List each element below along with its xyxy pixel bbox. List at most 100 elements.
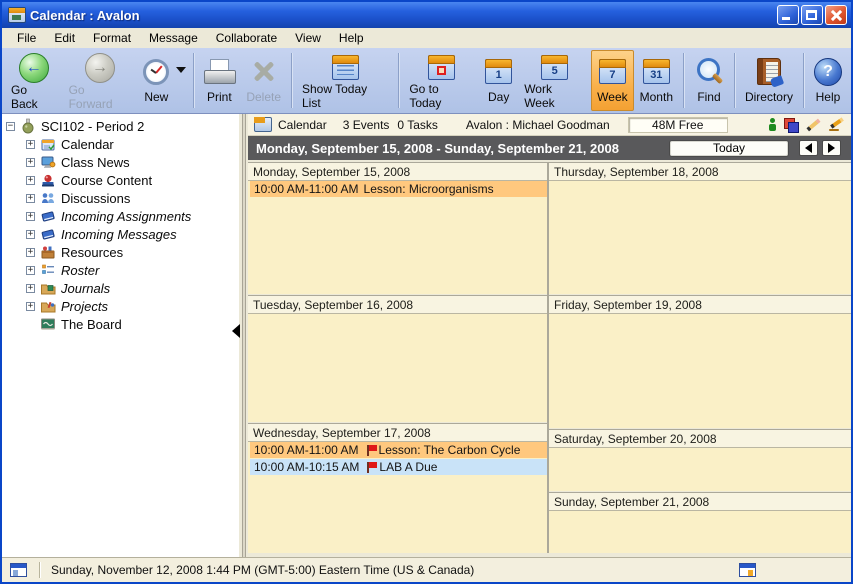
day-cell-wednesday[interactable]: 10:00 AM-11:00 AM Lesson: The Carbon Cyc… <box>248 442 547 553</box>
edit-pencil-icon[interactable] <box>806 118 821 131</box>
events-count: 3 Events <box>343 118 390 132</box>
sidebar-item-roster[interactable]: + Roster <box>2 261 239 279</box>
sidebar-item-calendar[interactable]: + Calendar <box>2 135 239 153</box>
go-to-today-button[interactable]: Go to Today <box>403 50 479 111</box>
event-lesson-carbon-cycle[interactable]: 10:00 AM-11:00 AM Lesson: The Carbon Cyc… <box>250 442 547 458</box>
sidebar-item-class-news[interactable]: + Class News <box>2 153 239 171</box>
collapse-sidebar-icon[interactable] <box>232 324 240 338</box>
day-cell-tuesday[interactable] <box>248 314 547 422</box>
menu-help[interactable]: Help <box>330 29 373 47</box>
collapse-toggle-icon[interactable]: − <box>6 122 15 131</box>
view-panes-icon[interactable] <box>784 118 798 131</box>
day-saturday: Saturday, September 20, 2008 <box>549 429 851 491</box>
go-to-today-label: Go to Today <box>409 82 473 110</box>
previous-week-button[interactable] <box>799 140 818 156</box>
expand-toggle-icon[interactable]: + <box>26 194 35 203</box>
close-button[interactable] <box>825 5 847 25</box>
delete-button[interactable]: Delete <box>240 50 287 111</box>
discussions-icon <box>40 190 56 206</box>
window-title: Calendar : Avalon <box>30 8 140 23</box>
expand-toggle-icon[interactable]: + <box>26 212 35 221</box>
sidebar-item-journals[interactable]: + Journals <box>2 279 239 297</box>
title-bar[interactable]: Calendar : Avalon <box>2 2 851 28</box>
go-back-button[interactable]: ← Go Back <box>5 50 63 111</box>
board-icon <box>40 316 56 332</box>
maximize-button[interactable] <box>801 5 823 25</box>
menu-edit[interactable]: Edit <box>45 29 84 47</box>
help-icon: ? <box>814 58 842 86</box>
sidebar-item-course-content[interactable]: + Course Content <box>2 171 239 189</box>
week-view-button[interactable]: 7 Week <box>591 50 633 111</box>
day-cell-friday[interactable] <box>549 314 851 428</box>
expand-toggle-icon[interactable]: + <box>26 230 35 239</box>
flag-icon <box>367 462 369 473</box>
event-title: Lesson: The Carbon Cycle <box>379 443 521 457</box>
print-button[interactable]: Print <box>198 50 240 111</box>
new-dropdown-icon[interactable] <box>176 67 186 73</box>
sidebar-item-root[interactable]: − SCI102 - Period 2 <box>2 117 239 135</box>
calendar-info-bar: Calendar 3 Events 0 Tasks Avalon : Micha… <box>248 114 851 136</box>
event-time: 10:00 AM-11:00 AM <box>254 443 359 457</box>
directory-button[interactable]: Directory <box>739 50 799 111</box>
today-highlight-icon <box>437 66 446 75</box>
find-icon <box>694 57 724 87</box>
show-today-list-button[interactable]: Show Today List <box>296 50 394 111</box>
toolbar-separator <box>291 53 292 108</box>
signature-pencil-icon[interactable] <box>829 118 845 131</box>
online-person-icon[interactable] <box>768 118 776 131</box>
go-to-today-icon <box>428 55 455 80</box>
menu-collaborate[interactable]: Collaborate <box>207 29 286 47</box>
sidebar-item-resources[interactable]: + Resources <box>2 243 239 261</box>
day-cell-thursday[interactable] <box>549 181 851 294</box>
course-content-icon <box>40 172 56 188</box>
free-space-label: 48M Free <box>652 118 703 132</box>
sidebar-item-incoming-assignments[interactable]: + Incoming Assignments <box>2 207 239 225</box>
minimize-button[interactable] <box>777 5 799 25</box>
expand-toggle-icon[interactable]: + <box>26 140 35 149</box>
month-view-button[interactable]: 31 Month <box>634 50 679 111</box>
splitter-handle-icon[interactable] <box>242 114 246 557</box>
day-view-button[interactable]: 1 Day <box>479 50 518 111</box>
go-forward-button[interactable]: → Go Forward <box>63 50 138 111</box>
today-button[interactable]: Today <box>669 140 789 157</box>
event-lab-a-due[interactable]: 10:00 AM-10:15 AM LAB A Due <box>250 459 547 475</box>
sidebar-item-incoming-messages[interactable]: + Incoming Messages <box>2 225 239 243</box>
arrow-left-icon <box>805 143 812 153</box>
print-label: Print <box>207 90 232 104</box>
window-status-icon[interactable] <box>10 563 27 577</box>
menu-message[interactable]: Message <box>140 29 207 47</box>
day-tuesday: Tuesday, September 16, 2008 <box>248 295 547 422</box>
expand-toggle-icon[interactable]: + <box>26 158 35 167</box>
day-cell-sunday[interactable] <box>549 511 851 553</box>
find-button[interactable]: Find <box>688 50 730 111</box>
day-cell-monday[interactable]: 10:00 AM-11:00 AM Lesson: Microorganisms <box>248 181 547 294</box>
calendar-icon <box>40 136 56 152</box>
day-cell-saturday[interactable] <box>549 448 851 491</box>
menu-format[interactable]: Format <box>84 29 140 47</box>
expand-toggle-icon[interactable]: + <box>26 302 35 311</box>
go-forward-icon: → <box>85 53 115 83</box>
new-button[interactable]: New <box>137 50 189 111</box>
toolbar: ← Go Back → Go Forward New Print Delete … <box>2 48 851 114</box>
expand-toggle-icon[interactable]: + <box>26 248 35 257</box>
sidebar-item-discussions[interactable]: + Discussions <box>2 189 239 207</box>
menu-view[interactable]: View <box>286 29 330 47</box>
menu-file[interactable]: File <box>8 29 45 47</box>
event-lesson-microorganisms[interactable]: 10:00 AM-11:00 AM Lesson: Microorganisms <box>250 181 547 197</box>
sidebar-item-projects[interactable]: + Projects <box>2 297 239 315</box>
sidebar-splitter[interactable] <box>239 114 248 557</box>
day-icon: 1 <box>485 59 512 84</box>
sidebar-item-the-board[interactable]: The Board <box>2 315 239 333</box>
expand-toggle-icon[interactable]: + <box>26 266 35 275</box>
next-week-button[interactable] <box>822 140 841 156</box>
owner-label: Avalon : Michael Goodman <box>466 118 610 132</box>
help-button[interactable]: ? Help <box>808 50 848 111</box>
window-layout-icon[interactable] <box>739 563 756 577</box>
day-icon-number: 1 <box>496 68 502 83</box>
expand-toggle-icon[interactable]: + <box>26 176 35 185</box>
expand-toggle-icon[interactable]: + <box>26 284 35 293</box>
sidebar-item-label: Class News <box>61 155 130 170</box>
work-week-icon-number: 5 <box>552 64 558 79</box>
work-week-view-button[interactable]: 5 Work Week <box>518 50 591 111</box>
work-week-label: Work Week <box>524 82 585 110</box>
